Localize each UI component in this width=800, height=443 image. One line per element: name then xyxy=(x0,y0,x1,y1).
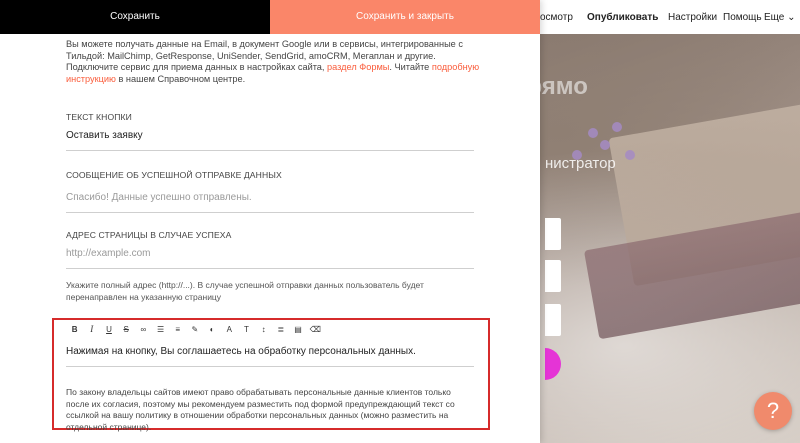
bullet-list-icon[interactable]: ☰ xyxy=(152,322,169,336)
italic-icon[interactable]: I xyxy=(83,322,100,336)
hero-subtitle: нистратор xyxy=(545,155,616,172)
clear-format-icon[interactable]: ⌫ xyxy=(307,322,324,336)
form-input-preview xyxy=(545,260,561,292)
form-input-preview xyxy=(545,304,561,336)
brush-icon[interactable]: ✎ xyxy=(186,322,203,336)
flower-decoration xyxy=(625,150,635,160)
intro-text: Вы можете получать данные на Email, в до… xyxy=(66,39,486,85)
nav-help[interactable]: Помощь xyxy=(723,12,762,23)
consent-text-editor[interactable]: Нажимая на кнопку, Вы соглашаетесь на об… xyxy=(66,346,474,367)
success-url-hint: Укажите полный адрес (http://...). В слу… xyxy=(66,280,424,302)
underline-icon[interactable]: U xyxy=(100,322,117,336)
top-nav: осмотр Опубликовать Настройки Помощь Еще… xyxy=(540,0,800,34)
success-message-label: СООБЩЕНИЕ ОБ УСПЕШНОЙ ОТПРАВКЕ ДАННЫХ xyxy=(66,170,282,180)
bold-icon[interactable]: B xyxy=(66,322,83,336)
success-message-input[interactable]: Спасибо! Данные успешно отправлены. xyxy=(66,192,474,213)
button-text-input[interactable]: Оставить заявку xyxy=(66,130,474,151)
save-and-close-button[interactable]: Сохранить и закрыть xyxy=(270,0,540,34)
flower-decoration xyxy=(612,122,622,132)
form-input-preview xyxy=(545,218,561,250)
success-url-input[interactable]: http://example.com xyxy=(66,248,474,269)
intro-text-part: . Читайте xyxy=(389,62,432,72)
strikethrough-icon[interactable]: S xyxy=(118,322,135,336)
editor-toolbar: B I U S ∞ ☰ ≡ ✎ ◐ A T ↕ ≣ ▤ ⌫ xyxy=(66,322,324,336)
contrast-icon[interactable]: ◐ xyxy=(204,322,221,336)
nav-publish[interactable]: Опубликовать xyxy=(587,12,658,23)
typography-icon[interactable]: ▤ xyxy=(289,322,306,336)
numbered-list-icon[interactable]: ≡ xyxy=(169,322,186,336)
help-button[interactable]: ? xyxy=(754,392,792,430)
success-url-label: АДРЕС СТРАНИЦЫ В СЛУЧАЕ УСПЕХА xyxy=(66,230,232,240)
link-icon[interactable]: ∞ xyxy=(135,322,152,336)
intro-text-part: в нашем Справочном центре. xyxy=(115,73,246,84)
nav-settings[interactable]: Настройки xyxy=(668,12,717,23)
save-button[interactable]: Сохранить xyxy=(0,0,270,34)
align-icon[interactable]: ≣ xyxy=(272,322,289,336)
font-icon[interactable]: A xyxy=(221,322,238,336)
nav-more[interactable]: Еще ⌄ xyxy=(764,12,796,23)
forms-section-link[interactable]: раздел Формы xyxy=(327,62,389,72)
line-height-icon[interactable]: ↕ xyxy=(255,322,272,336)
settings-panel: Сохранить Сохранить и закрыть Вы можете … xyxy=(0,0,540,443)
button-text-label: ТЕКСТ КНОПКИ xyxy=(66,112,132,122)
consent-note: По закону владельцы сайтов имеют право о… xyxy=(66,387,455,432)
text-size-icon[interactable]: T xyxy=(238,322,255,336)
flower-decoration xyxy=(600,140,610,150)
nav-preview[interactable]: осмотр xyxy=(540,12,573,23)
